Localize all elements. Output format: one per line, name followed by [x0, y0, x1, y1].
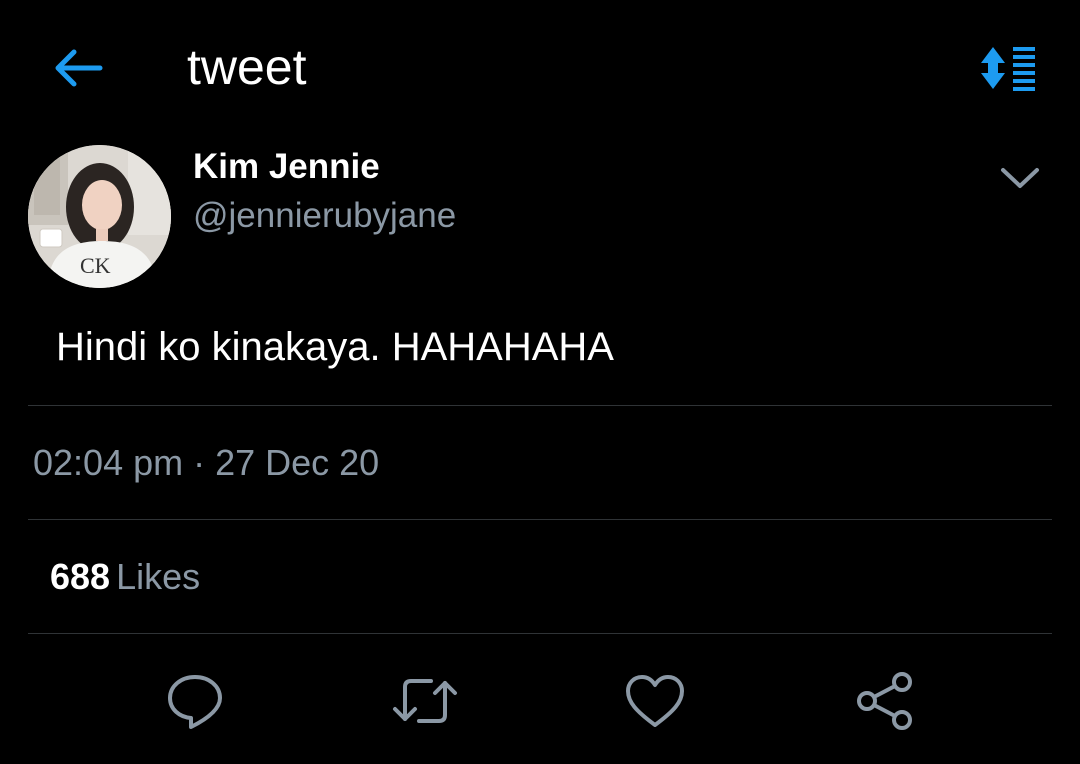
author-name[interactable]: Kim Jennie	[193, 146, 380, 188]
share-icon	[857, 672, 912, 730]
more-options-button[interactable]	[994, 156, 1046, 200]
like-button[interactable]	[619, 665, 691, 737]
author-handle[interactable]: @jennierubyjane	[193, 194, 456, 238]
top-app-bar: tweet	[0, 0, 1080, 130]
back-button[interactable]	[48, 40, 108, 96]
reply-button[interactable]	[159, 665, 231, 737]
avatar-photo: CK	[28, 145, 171, 288]
heart-icon	[626, 675, 684, 727]
avatar[interactable]: CK	[28, 145, 171, 288]
likes-count: 688	[50, 556, 111, 597]
chevron-down-icon	[1001, 168, 1039, 188]
comment-icon	[168, 675, 222, 729]
arrow-left-icon	[55, 49, 103, 87]
divider	[28, 633, 1052, 634]
retweet-button[interactable]	[389, 665, 461, 737]
page-title: tweet	[187, 39, 307, 95]
likes-label: Likes	[116, 556, 201, 597]
tweet-text: Hindi ko kinakaya. HAHAHAHA	[56, 325, 614, 369]
divider	[28, 519, 1052, 520]
tweet-timestamp[interactable]: 02:04 pm · 27 Dec 20	[33, 440, 379, 486]
sort-list-icon	[981, 47, 1035, 91]
avatar-logo-text: CK	[80, 253, 111, 278]
sort-button[interactable]	[976, 42, 1040, 94]
share-button[interactable]	[849, 665, 921, 737]
divider	[28, 405, 1052, 406]
retweet-icon	[393, 679, 457, 723]
likes-count-link[interactable]: 688 Likes	[50, 554, 200, 600]
